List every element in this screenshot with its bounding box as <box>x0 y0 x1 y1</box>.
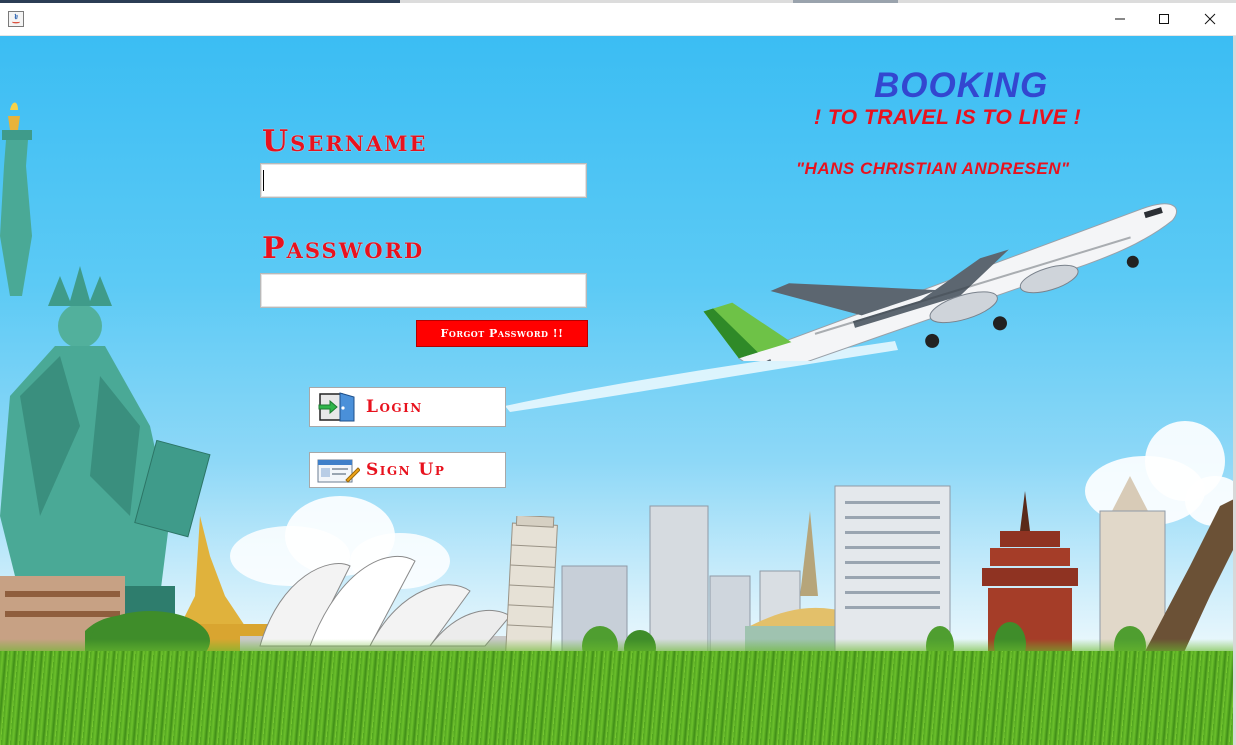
titlebar-accent-line <box>0 0 1236 3</box>
app-tagline: ! TO TRAVEL IS TO LIVE ! <box>814 106 1082 129</box>
grass-field <box>0 651 1233 745</box>
password-input[interactable] <box>260 273 587 308</box>
window-titlebar <box>0 0 1236 36</box>
airplane-illustration <box>703 203 1178 361</box>
username-input[interactable] <box>260 163 587 198</box>
password-label: Password <box>262 231 425 266</box>
forgot-password-button[interactable]: Forgot Password !! <box>416 320 588 347</box>
login-background: BOOKING ! TO TRAVEL IS TO LIVE ! "HANS C… <box>0 36 1233 745</box>
signup-form-icon <box>317 459 360 483</box>
maximize-button[interactable] <box>1141 3 1187 34</box>
login-door-icon <box>318 392 355 422</box>
username-label: Username <box>262 124 428 159</box>
app-quote-author: "HANS CHRISTIAN ANDRESEN" <box>796 159 1070 178</box>
close-icon <box>1204 13 1216 24</box>
app-brand-title: BOOKING <box>874 66 1049 105</box>
signup-button-label: Sign Up <box>366 460 446 480</box>
minimize-button[interactable] <box>1097 3 1143 34</box>
signup-button[interactable]: Sign Up <box>309 452 506 488</box>
login-button[interactable]: Login <box>309 387 506 427</box>
minimize-icon <box>1115 18 1125 19</box>
text-cursor <box>263 170 264 191</box>
login-button-label: Login <box>366 397 423 417</box>
close-button[interactable] <box>1187 3 1233 34</box>
maximize-icon <box>1159 13 1169 24</box>
java-app-icon[interactable] <box>8 11 24 27</box>
